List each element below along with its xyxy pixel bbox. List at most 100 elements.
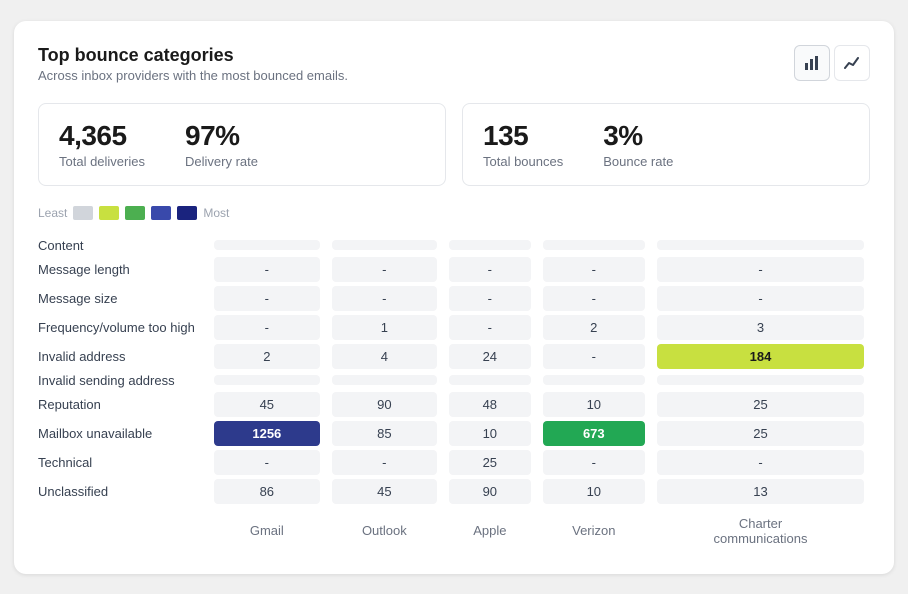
data-cell: 10: [443, 419, 537, 448]
total-bounces-value: 135: [483, 120, 563, 152]
legend-most-label: Most: [203, 206, 229, 220]
data-cell: 10: [537, 390, 651, 419]
header-text: Top bounce categories Across inbox provi…: [38, 45, 348, 83]
row-label: Invalid address: [38, 342, 208, 371]
data-cell: -: [326, 284, 443, 313]
line-chart-toggle[interactable]: [834, 45, 870, 81]
data-cell: 48: [443, 390, 537, 419]
data-cell: [651, 371, 870, 390]
total-deliveries-value: 4,365: [59, 120, 145, 152]
data-cell: 3: [651, 313, 870, 342]
data-cell: -: [537, 342, 651, 371]
delivery-rate-label: Delivery rate: [185, 154, 258, 169]
row-label: Content: [38, 236, 208, 255]
total-bounces-label: Total bounces: [483, 154, 563, 169]
data-cell: [208, 236, 326, 255]
delivery-rate-value: 97%: [185, 120, 258, 152]
data-cell: [326, 236, 443, 255]
table-row: Message size-----: [38, 284, 870, 313]
data-cell: -: [651, 448, 870, 477]
column-header: Apple: [443, 506, 537, 550]
data-cell: -: [537, 255, 651, 284]
bar-chart-icon: [804, 55, 820, 71]
card-title: Top bounce categories: [38, 45, 348, 66]
legend-swatch-1: [73, 206, 93, 220]
legend-swatch-3: [125, 206, 145, 220]
data-cell: 25: [443, 448, 537, 477]
bounce-rate-label: Bounce rate: [603, 154, 673, 169]
data-cell: 25: [651, 419, 870, 448]
table-row: Content: [38, 236, 870, 255]
data-cell: [208, 371, 326, 390]
heatmap-legend: Least Most: [38, 206, 870, 220]
bounce-rate-value: 3%: [603, 120, 673, 152]
data-cell: 1256: [208, 419, 326, 448]
data-cell: [443, 371, 537, 390]
data-cell: 2: [208, 342, 326, 371]
data-cell: [326, 371, 443, 390]
row-label: Mailbox unavailable: [38, 419, 208, 448]
data-cell: 1: [326, 313, 443, 342]
data-cell: [651, 236, 870, 255]
chart-toggle-group: [794, 45, 870, 81]
legend-swatch-5: [177, 206, 197, 220]
data-cell: 90: [443, 477, 537, 506]
card-subtitle: Across inbox providers with the most bou…: [38, 68, 348, 83]
data-cell: 10: [537, 477, 651, 506]
data-cell: 45: [208, 390, 326, 419]
delivery-stat-card: 4,365 Total deliveries 97% Delivery rate: [38, 103, 446, 186]
table-row: Technical--25--: [38, 448, 870, 477]
table-row: Invalid sending address: [38, 371, 870, 390]
row-label: Technical: [38, 448, 208, 477]
legend-swatch-2: [99, 206, 119, 220]
data-cell: [537, 236, 651, 255]
delivery-rate-item: 97% Delivery rate: [185, 120, 258, 169]
data-cell: 90: [326, 390, 443, 419]
data-cell: -: [208, 313, 326, 342]
bounce-rate-item: 3% Bounce rate: [603, 120, 673, 169]
data-cell: -: [537, 284, 651, 313]
data-cell: 2: [537, 313, 651, 342]
data-cell: 24: [443, 342, 537, 371]
data-cell: -: [651, 255, 870, 284]
data-cell: 13: [651, 477, 870, 506]
row-label: Unclassified: [38, 477, 208, 506]
main-card: Top bounce categories Across inbox provi…: [14, 21, 894, 574]
table-row: Frequency/volume too high-1-23: [38, 313, 870, 342]
data-cell: -: [208, 284, 326, 313]
data-table: ContentMessage length-----Message size--…: [38, 236, 870, 550]
data-cell: 85: [326, 419, 443, 448]
total-bounces-item: 135 Total bounces: [483, 120, 563, 169]
line-chart-icon: [844, 55, 860, 71]
table-row: Unclassified8645901013: [38, 477, 870, 506]
row-label: Reputation: [38, 390, 208, 419]
card-header: Top bounce categories Across inbox provi…: [38, 45, 870, 83]
row-label: Message size: [38, 284, 208, 313]
row-label: Frequency/volume too high: [38, 313, 208, 342]
table-row: Mailbox unavailable1256851067325: [38, 419, 870, 448]
row-label: Invalid sending address: [38, 371, 208, 390]
data-cell: -: [651, 284, 870, 313]
data-cell: -: [537, 448, 651, 477]
table-row: Invalid address2424-184: [38, 342, 870, 371]
data-cell: -: [443, 313, 537, 342]
data-cell: 184: [651, 342, 870, 371]
total-deliveries-item: 4,365 Total deliveries: [59, 120, 145, 169]
row-label: Message length: [38, 255, 208, 284]
data-cell: [537, 371, 651, 390]
total-deliveries-label: Total deliveries: [59, 154, 145, 169]
data-cell: 86: [208, 477, 326, 506]
data-cell: -: [208, 255, 326, 284]
data-cell: 4: [326, 342, 443, 371]
data-cell: -: [326, 255, 443, 284]
data-cell: 673: [537, 419, 651, 448]
legend-least-label: Least: [38, 206, 67, 220]
column-header: Charter communications: [651, 506, 870, 550]
data-cell: 25: [651, 390, 870, 419]
data-cell: 45: [326, 477, 443, 506]
data-cell: -: [208, 448, 326, 477]
bar-chart-toggle[interactable]: [794, 45, 830, 81]
bounce-stat-card: 135 Total bounces 3% Bounce rate: [462, 103, 870, 186]
table-row: Message length-----: [38, 255, 870, 284]
column-header: Verizon: [537, 506, 651, 550]
